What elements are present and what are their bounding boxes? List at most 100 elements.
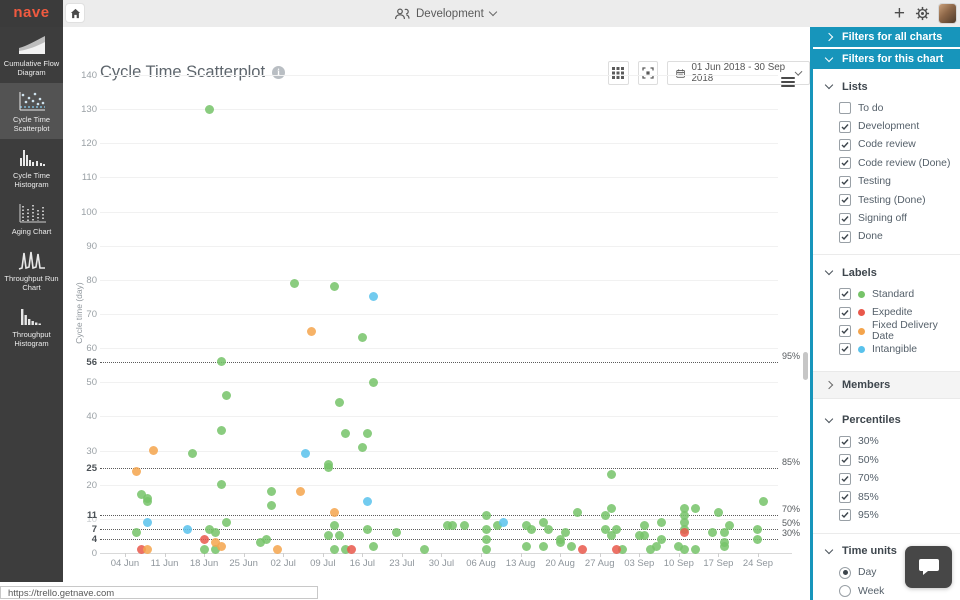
gear-icon[interactable] (915, 6, 930, 21)
data-point[interactable] (346, 545, 356, 555)
checkbox-option-85[interactable]: 85% (839, 488, 960, 506)
checkbox-option-codereview[interactable]: Code review (839, 136, 960, 154)
data-point[interactable] (606, 469, 616, 479)
checkbox-option-development[interactable]: Development (839, 117, 960, 135)
section-head-members[interactable]: Members (813, 370, 960, 399)
chart-menu-hamburger-icon[interactable] (781, 77, 795, 89)
checkbox-checked[interactable] (839, 306, 851, 319)
data-point[interactable] (521, 541, 531, 551)
radio-unselected[interactable] (839, 585, 851, 598)
checkbox-option-standard[interactable]: Standard (839, 285, 960, 303)
data-point[interactable] (222, 517, 232, 527)
data-point[interactable] (329, 521, 339, 531)
data-point[interactable] (148, 446, 158, 456)
sidebar-item-throughput-run[interactable]: Throughput Run Chart (0, 242, 63, 298)
checkbox-option-95[interactable]: 95% (839, 506, 960, 524)
checkbox-checked[interactable] (839, 194, 851, 207)
radio-selected[interactable] (839, 566, 851, 579)
checkbox-checked[interactable] (839, 175, 851, 188)
data-point[interactable] (679, 545, 689, 555)
data-point[interactable] (329, 545, 339, 555)
checkbox-option-todo[interactable]: To do (839, 99, 960, 117)
chat-button[interactable] (905, 546, 952, 588)
data-point[interactable] (679, 528, 689, 537)
data-point[interactable] (323, 463, 333, 473)
data-point[interactable] (131, 528, 141, 537)
checkbox-option-testingdone[interactable]: Testing (Done) (839, 191, 960, 209)
checkbox-option-codereviewdone[interactable]: Code review (Done) (839, 154, 960, 172)
data-point[interactable] (216, 541, 226, 551)
checkbox-unchecked[interactable] (839, 102, 851, 115)
board-selector[interactable]: Development (394, 0, 498, 27)
data-point[interactable] (459, 521, 469, 531)
data-point[interactable] (538, 541, 548, 551)
data-point[interactable] (482, 524, 492, 534)
data-point[interactable] (210, 528, 220, 537)
checkbox-option-70[interactable]: 70% (839, 469, 960, 487)
data-point[interactable] (572, 507, 582, 517)
checkbox-option-done[interactable]: Done (839, 228, 960, 246)
avatar[interactable] (939, 4, 956, 23)
home-button[interactable] (66, 4, 84, 22)
data-point[interactable] (340, 428, 350, 438)
checkbox-checked[interactable] (839, 138, 851, 151)
sidebar-item-cycle-time[interactable]: Cycle Time Histogram (0, 139, 63, 195)
checkbox-checked[interactable] (839, 491, 851, 504)
sidebar-item-cycle-time[interactable]: Cycle Time Scatterplot (0, 83, 63, 139)
section-head-percentiles[interactable]: Percentiles (813, 412, 960, 429)
data-point[interactable] (600, 510, 610, 520)
checkbox-checked[interactable] (839, 288, 851, 301)
data-point[interactable] (544, 524, 554, 534)
data-point[interactable] (199, 545, 209, 555)
data-point[interactable] (391, 528, 401, 537)
panel-header-filters-for-all-charts[interactable]: Filters for all charts (813, 27, 960, 47)
data-point[interactable] (329, 282, 339, 292)
checkbox-checked[interactable] (839, 509, 851, 522)
checkbox-option-signingoff[interactable]: Signing off (839, 209, 960, 227)
data-point[interactable] (216, 425, 226, 435)
checkbox-option-fixeddeliverydate[interactable]: Fixed Delivery Date (839, 320, 960, 342)
sidebar-item-throughput[interactable]: Throughput Histogram (0, 298, 63, 354)
data-point[interactable] (369, 377, 379, 387)
data-point[interactable] (290, 278, 299, 288)
data-point[interactable] (199, 534, 209, 544)
data-point[interactable] (555, 538, 565, 548)
data-point[interactable] (606, 531, 616, 541)
data-point[interactable] (719, 541, 729, 551)
checkbox-option-intangible[interactable]: Intangible (839, 340, 960, 358)
data-point[interactable] (420, 545, 429, 555)
data-point[interactable] (216, 357, 226, 367)
checkbox-checked[interactable] (839, 230, 851, 243)
checkbox-checked[interactable] (839, 454, 851, 467)
data-point[interactable] (482, 534, 492, 544)
checkbox-checked[interactable] (839, 325, 851, 338)
sidebar-item-aging-chart[interactable]: Aging Chart (0, 195, 63, 242)
section-head-lists[interactable]: Lists (813, 78, 960, 95)
data-point[interactable] (143, 517, 153, 527)
data-point[interactable] (182, 524, 192, 534)
data-point[interactable] (499, 517, 509, 527)
data-point[interactable] (216, 480, 226, 490)
data-point[interactable] (295, 487, 305, 497)
checkbox-option-testing[interactable]: Testing (839, 173, 960, 191)
data-point[interactable] (369, 541, 379, 551)
checkbox-checked[interactable] (839, 212, 851, 225)
nave-logo[interactable]: nave (0, 0, 63, 27)
data-point[interactable] (357, 442, 367, 452)
data-point[interactable] (329, 507, 339, 517)
data-point[interactable] (719, 528, 729, 537)
scrollbar[interactable] (803, 352, 808, 380)
data-point[interactable] (205, 104, 215, 114)
plus-icon[interactable]: + (893, 4, 906, 23)
sidebar-item-cumulative-flow[interactable]: Cumulative Flow Diagram (0, 27, 63, 83)
checkbox-checked[interactable] (839, 472, 851, 485)
checkbox-checked[interactable] (839, 120, 851, 133)
panel-header-filters-for-this-chart[interactable]: Filters for this chart (813, 49, 960, 69)
checkbox-checked[interactable] (839, 343, 851, 356)
grid-view-button[interactable] (608, 61, 629, 85)
info-icon[interactable]: i (272, 66, 286, 79)
data-point[interactable] (306, 326, 316, 336)
fullscreen-button[interactable] (637, 61, 659, 85)
data-point[interactable] (527, 524, 537, 534)
checkbox-checked[interactable] (839, 157, 851, 170)
